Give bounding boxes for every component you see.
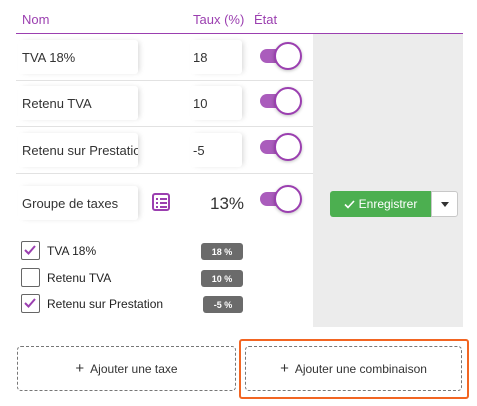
add-combination-label: Ajouter une combinaison <box>294 361 427 376</box>
column-header-name: Nom <box>22 12 50 27</box>
tax-group-rate: 13% <box>210 194 245 213</box>
add-combination-button[interactable]: + Ajouter une combinaison <box>245 346 462 391</box>
tax-rate-input-1[interactable]: 18 <box>190 40 242 74</box>
checkmark-icon <box>24 298 36 308</box>
checkmark-icon <box>24 245 36 255</box>
side-panel <box>313 34 463 327</box>
member-label-3: Retenu sur Prestation <box>47 297 164 311</box>
toggle-knob <box>274 133 302 161</box>
add-tax-button[interactable]: + Ajouter une taxe <box>17 346 236 391</box>
plus-icon: + <box>75 360 85 377</box>
check-icon <box>344 199 355 209</box>
member-rate-badge-1: 18 % <box>201 243 243 260</box>
tax-state-toggle-3[interactable] <box>258 133 302 161</box>
row-divider <box>16 80 313 81</box>
member-rate-badge-2: 10 % <box>201 270 243 287</box>
column-header-rate: Taux (%) <box>193 12 245 27</box>
row-divider <box>16 173 313 174</box>
tax-group-name-input[interactable]: Groupe de taxes <box>18 186 138 220</box>
tax-state-toggle-1[interactable] <box>258 42 302 70</box>
save-button[interactable]: Enregistrer <box>330 191 431 217</box>
column-header-state: État <box>254 12 278 27</box>
tax-state-toggle-2[interactable] <box>258 87 302 115</box>
save-button-label: Enregistrer <box>358 197 418 211</box>
toggle-knob <box>274 87 302 115</box>
toggle-knob <box>274 42 302 70</box>
tax-group-state-toggle[interactable] <box>258 185 302 213</box>
tax-name-input-2[interactable]: Retenu TVA <box>18 86 138 120</box>
tax-rate-input-3[interactable]: -5 <box>190 133 242 167</box>
tax-name-input-1[interactable]: TVA 18% <box>18 40 138 74</box>
plus-icon: + <box>280 360 289 377</box>
list-icon[interactable] <box>152 193 170 211</box>
tax-name-input-3[interactable]: Retenu sur Prestation <box>18 133 138 167</box>
member-label-1: TVA 18% <box>47 244 97 258</box>
save-options-dropdown[interactable] <box>431 191 458 217</box>
member-rate-badge-3: -5 % <box>203 296 243 313</box>
toggle-knob <box>274 185 302 213</box>
member-checkbox-1[interactable] <box>21 241 40 260</box>
member-label-2: Retenu TVA <box>47 271 112 285</box>
tax-rate-input-2[interactable]: 10 <box>190 86 242 120</box>
member-checkbox-3[interactable] <box>21 294 40 313</box>
caret-down-icon <box>440 201 449 207</box>
add-tax-label: Ajouter une taxe <box>90 361 178 376</box>
member-checkbox-2[interactable] <box>21 268 40 287</box>
row-divider <box>16 126 313 127</box>
